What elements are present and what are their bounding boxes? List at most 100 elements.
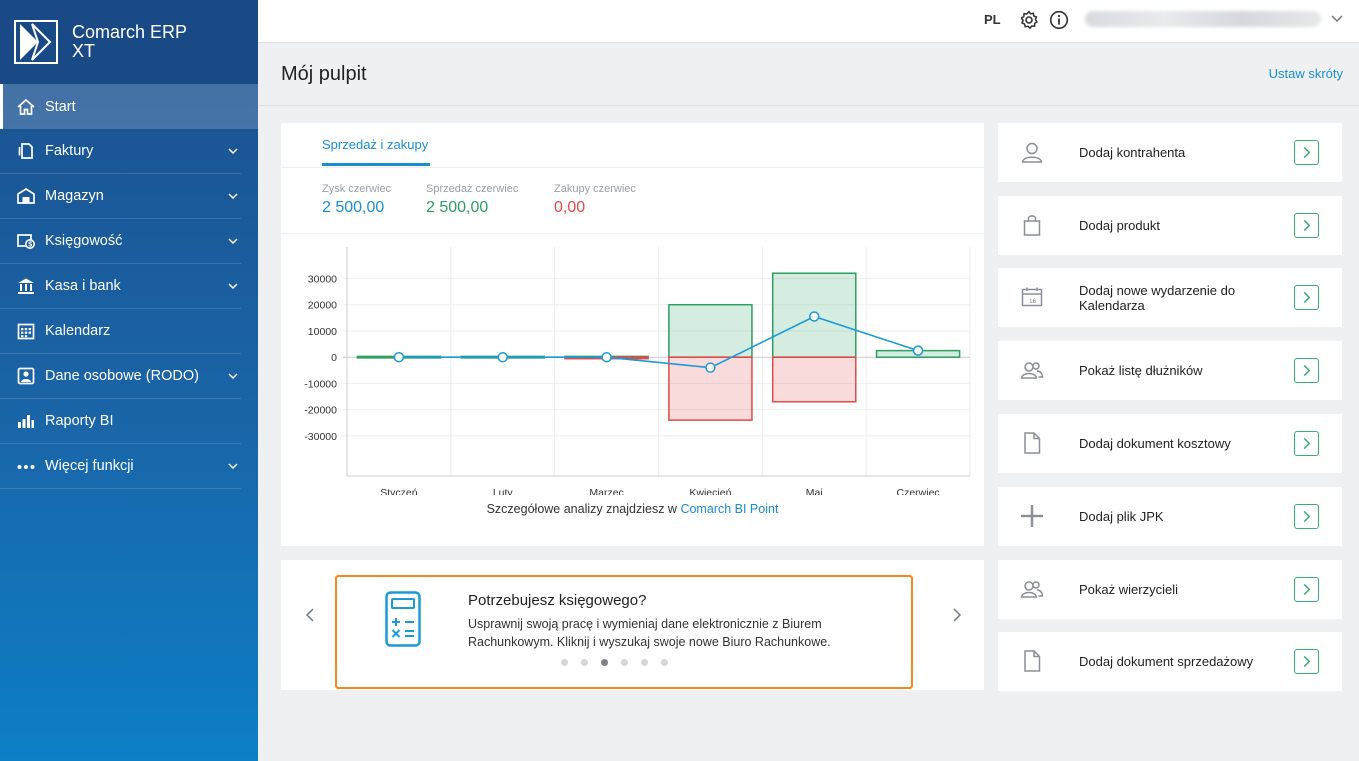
gear-icon[interactable]	[1019, 10, 1039, 30]
chevron-down-icon[interactable]	[225, 458, 241, 474]
carousel-dot[interactable]	[561, 659, 568, 666]
quick-action-item[interactable]: Pokaż wierzycieli	[998, 560, 1342, 619]
sidebar-item-dane-osobowe-rodo[interactable]: Dane osobowe (RODO)	[0, 354, 241, 399]
chevron-left-icon[interactable]	[303, 607, 319, 623]
home-icon	[16, 97, 36, 117]
carousel-dots	[245, 659, 984, 666]
sidebar-item-kalendarz[interactable]: Kalendarz	[0, 309, 241, 354]
calculator-icon	[385, 591, 421, 647]
sidebar-item-więcej-funkcji[interactable]: Więcej funkcji	[0, 444, 241, 489]
set-shortcuts-link[interactable]: Ustaw skróty	[1269, 66, 1343, 81]
bank-icon	[16, 276, 36, 296]
x-tick-label: Czerwiec	[896, 487, 939, 495]
arrow-right-button[interactable]	[1294, 649, 1319, 674]
arrow-right-button[interactable]	[1294, 213, 1319, 238]
quick-action-label: Dodaj nowe wydarzenie do Kalendarza	[1079, 282, 1236, 313]
sales-purchases-chart: 30000 20000 10000 0 -10000 -20000 -30000 Stycze…	[304, 247, 971, 495]
chevron-down-icon[interactable]	[1329, 10, 1345, 26]
sidebar-item-start[interactable]: Start	[0, 84, 258, 129]
arrow-right-button[interactable]	[1294, 431, 1319, 456]
sidebar: Comarch ERP XT Start Faktury Magazyn $ Ks…	[0, 0, 258, 761]
profit-point	[601, 351, 612, 363]
calendar-icon	[16, 321, 36, 341]
quick-action-item[interactable]: 16 Dodaj nowe wydarzenie do Kalendarza	[998, 268, 1342, 327]
quick-action-label: Dodaj produkt	[1079, 218, 1160, 233]
x-tick-label: Maj	[806, 487, 823, 495]
quick-action-item[interactable]: Dodaj dokument sprzedażowy	[998, 632, 1342, 691]
promo-banner[interactable]: Potrzebujesz księgowego? Usprawnij swoją…	[335, 575, 913, 689]
accounting-icon: $	[16, 231, 36, 251]
y-tick-label: 20000	[308, 300, 337, 312]
quick-action-item[interactable]: Dodaj kontrahenta	[998, 123, 1342, 182]
calendar-event-icon: 16	[1020, 285, 1044, 309]
y-tick-label: 30000	[308, 273, 337, 285]
chevron-right-icon[interactable]	[948, 607, 964, 623]
quick-action-item[interactable]: Dodaj dokument kosztowy	[998, 414, 1342, 473]
carousel-dot[interactable]	[641, 659, 648, 666]
sidebar-item-label: Księgowość	[45, 233, 123, 249]
sidebar-item-księgowość[interactable]: $ Księgowość	[0, 219, 241, 264]
promo-text: Usprawnij swoją pracę i wymieniaj dane e…	[468, 617, 831, 649]
stat-sales: Sprzedaż czerwiec 2 500,00	[426, 183, 519, 216]
info-icon[interactable]	[1049, 10, 1069, 30]
profit-point	[497, 351, 508, 363]
carousel-dot[interactable]	[621, 659, 628, 666]
stat-profit: Zysk czerwiec 2 500,00	[322, 183, 392, 216]
comarch-logo-icon	[14, 20, 58, 64]
profit-point	[912, 345, 924, 356]
promo-title: Potrzebujesz księgowego?	[468, 592, 647, 609]
sidebar-item-label: Dane osobowe (RODO)	[45, 368, 199, 384]
sidebar-item-magazyn[interactable]: Magazyn	[0, 174, 241, 219]
carousel-dot[interactable]	[581, 659, 588, 666]
purchases-bar	[771, 356, 857, 403]
personal-data-icon	[16, 366, 36, 386]
quick-action-item[interactable]: Dodaj plik JPK	[998, 487, 1342, 546]
stat-purchases: Zakupy czerwiec 0,00	[554, 183, 636, 216]
document-icon	[1020, 431, 1044, 455]
arrow-right-button[interactable]	[1294, 504, 1319, 529]
chevron-down-icon[interactable]	[225, 233, 241, 249]
sales-bar	[668, 303, 753, 358]
quick-action-item[interactable]: Pokaż listę dłużników	[998, 341, 1342, 400]
people-icon	[1020, 577, 1044, 601]
arrow-right-button[interactable]	[1294, 140, 1319, 165]
more-dots-icon	[16, 456, 36, 476]
x-tick-label: Marzec	[589, 487, 623, 495]
sidebar-item-raporty-bi[interactable]: Raporty BI	[0, 399, 241, 444]
y-tick-label: 10000	[308, 326, 337, 338]
quick-action-item[interactable]: Dodaj produkt	[998, 196, 1342, 255]
sidebar-nav: Start Faktury Magazyn $ Księgowość Kasa i…	[0, 84, 258, 489]
arrow-right-button[interactable]	[1294, 285, 1319, 310]
svg-text:$: $	[28, 242, 32, 249]
quick-action-label: Pokaż listę dłużników	[1079, 363, 1203, 378]
carousel-dot[interactable]	[661, 659, 668, 666]
chevron-down-icon[interactable]	[225, 188, 241, 204]
quick-action-label: Pokaż wierzycieli	[1079, 582, 1178, 597]
chevron-down-icon[interactable]	[225, 143, 241, 159]
chevron-down-icon[interactable]	[225, 368, 241, 384]
sidebar-item-label: Raporty BI	[45, 413, 114, 429]
promo-carousel: Potrzebujesz księgowego? Usprawnij swoją…	[281, 560, 984, 690]
app-logo[interactable]: Comarch ERP XT	[0, 0, 258, 84]
y-tick-label: 0	[331, 352, 337, 364]
profit-point	[705, 362, 716, 373]
arrow-right-button[interactable]	[1294, 577, 1319, 602]
tab-sales-purchases[interactable]: Sprzedaż i zakupy	[322, 137, 430, 166]
bar-chart-icon	[16, 411, 36, 431]
carousel-dot[interactable]	[601, 659, 608, 666]
user-account-name[interactable]	[1085, 11, 1321, 27]
x-tick-label: Kwiecień	[689, 487, 731, 495]
arrow-right-button[interactable]	[1294, 358, 1319, 383]
quick-action-label: Dodaj plik JPK	[1079, 509, 1164, 524]
bi-point-link[interactable]: Comarch BI Point	[680, 502, 778, 516]
top-bar: PL	[258, 0, 1359, 43]
document-icon	[1020, 649, 1044, 673]
sidebar-item-kasa-i-bank[interactable]: Kasa i bank	[0, 264, 241, 309]
y-tick-label: -30000	[304, 431, 337, 443]
bi-note: Szczegółowe analizy znajdziesz w Comarch…	[486, 502, 779, 516]
plus-icon	[1020, 504, 1044, 528]
sidebar-item-faktury[interactable]: Faktury	[0, 129, 241, 174]
profit-point	[393, 351, 405, 363]
chevron-down-icon[interactable]	[225, 278, 241, 294]
language-switch[interactable]: PL	[984, 12, 1001, 27]
